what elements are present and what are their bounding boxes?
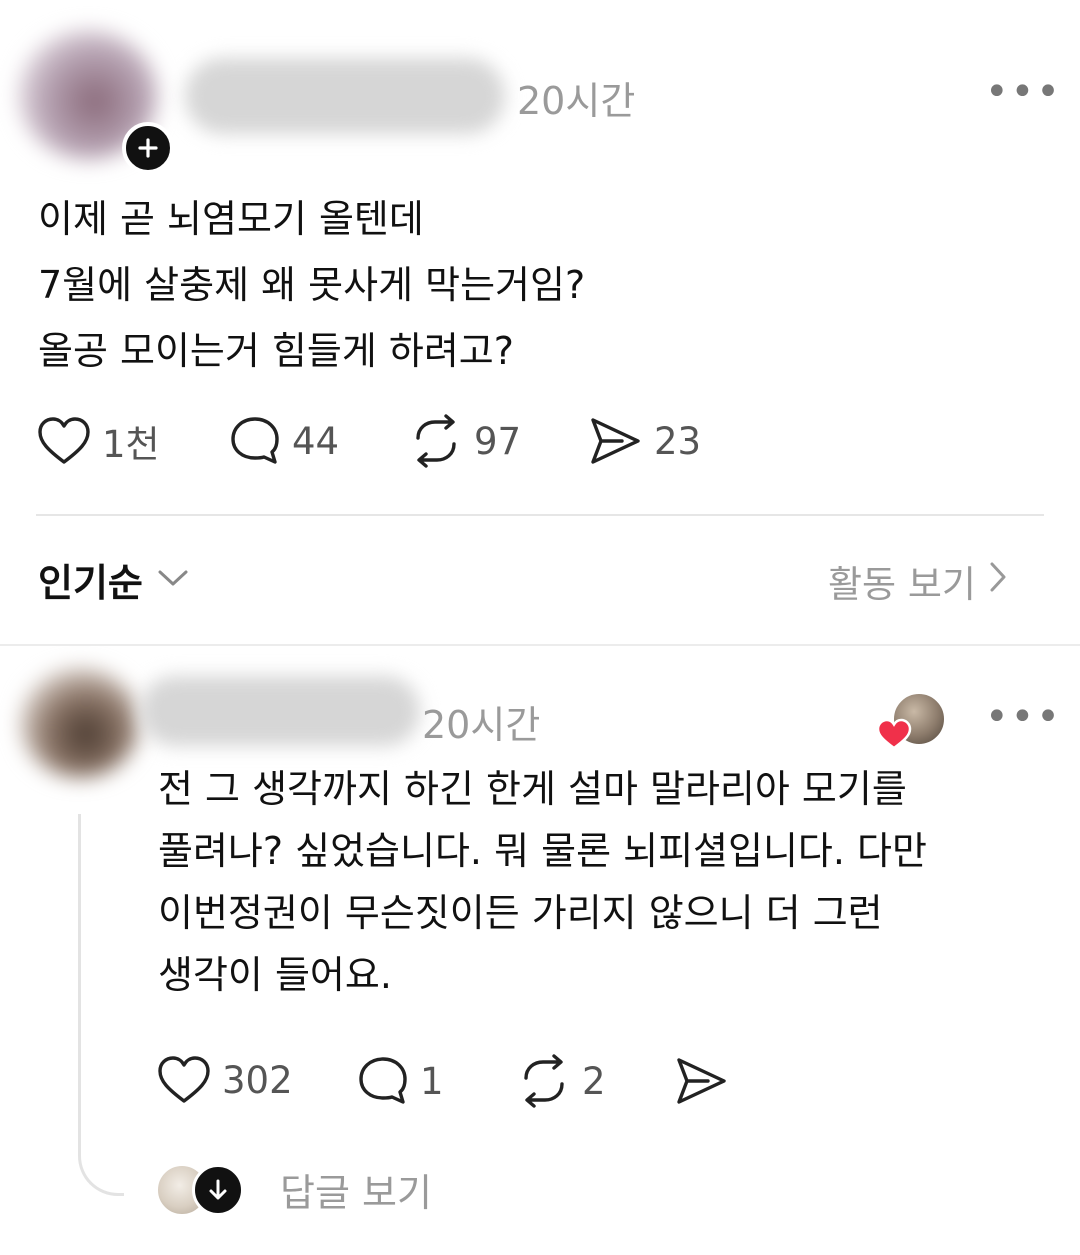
like-count: 1천 — [102, 423, 160, 466]
repost-icon — [408, 414, 464, 468]
comment-count: 44 — [292, 419, 340, 463]
repost-icon — [516, 1054, 572, 1108]
post-body: 이제 곧 뇌염모기 올텐데 7월에 살충제 왜 못사게 막는거임? 올공 모이는… — [38, 186, 585, 384]
repost-button[interactable]: 97 — [408, 414, 521, 468]
post-time: 20시간 — [517, 79, 636, 123]
reply-share-button[interactable] — [674, 1054, 730, 1108]
reply-author-name[interactable] — [140, 676, 420, 746]
chevron-right-icon — [988, 560, 1008, 603]
view-activity-link[interactable]: 활동 보기 — [828, 554, 1008, 608]
reply-like-count: 302 — [222, 1058, 293, 1102]
post-line: 이제 곧 뇌염모기 올텐데 — [38, 197, 424, 241]
author-name[interactable] — [185, 58, 505, 134]
thread-line — [78, 814, 124, 1196]
divider — [36, 514, 1044, 516]
view-replies-label: 답글 보기 — [280, 1171, 432, 1215]
view-activity-label: 활동 보기 — [828, 563, 976, 606]
comment-button[interactable]: 44 — [228, 414, 339, 468]
like-button[interactable]: 1천 — [36, 414, 160, 468]
reply-line: 이번정권이 무슨짓이든 가리지 않으니 더 그런 — [158, 891, 883, 935]
reply-line: 풀려나? 싶었습니다. 뭐 물론 뇌피셜입니다. 다만 — [158, 829, 927, 873]
heart-icon — [156, 1054, 212, 1106]
view-replies-button[interactable]: 답글 보기 — [156, 1162, 432, 1217]
reply-author-avatar[interactable] — [20, 668, 140, 778]
comment-icon — [228, 414, 282, 468]
reply-body: 전 그 생각까지 하긴 한게 설마 말라리아 모기를 풀려나? 싶었습니다. 뭐… — [158, 758, 927, 1006]
share-count: 23 — [654, 419, 702, 463]
reply-repost-count: 2 — [582, 1059, 606, 1103]
arrow-down-icon — [192, 1163, 244, 1216]
send-icon — [674, 1054, 730, 1108]
share-button[interactable]: 23 — [588, 414, 701, 468]
reply-more-options-icon[interactable]: ••• — [985, 697, 1062, 737]
sort-label: 인기순 — [38, 561, 143, 605]
follow-plus-icon[interactable] — [122, 122, 174, 174]
reply-comment-button[interactable]: 1 — [356, 1054, 444, 1108]
post-line: 7월에 살충제 왜 못사게 막는거임? — [38, 263, 586, 307]
chevron-down-icon — [157, 568, 189, 592]
comment-icon — [356, 1054, 410, 1108]
reply-time: 20시간 — [422, 703, 541, 747]
reply-line: 전 그 생각까지 하긴 한게 설마 말라리아 모기를 — [158, 767, 907, 811]
divider — [0, 644, 1080, 646]
post-line: 올공 모이는거 힘들게 하려고? — [38, 329, 514, 373]
heart-icon — [36, 415, 92, 467]
send-icon — [588, 414, 644, 468]
reply-comment-count: 1 — [420, 1059, 444, 1103]
sort-dropdown[interactable]: 인기순 — [38, 552, 189, 607]
reply-line: 생각이 들어요. — [158, 953, 392, 997]
heart-badge-icon — [876, 718, 912, 754]
reply-like-button[interactable]: 302 — [156, 1054, 293, 1106]
reply-repost-button[interactable]: 2 — [516, 1054, 606, 1108]
repost-count: 97 — [474, 419, 522, 463]
more-options-icon[interactable]: ••• — [985, 72, 1062, 112]
